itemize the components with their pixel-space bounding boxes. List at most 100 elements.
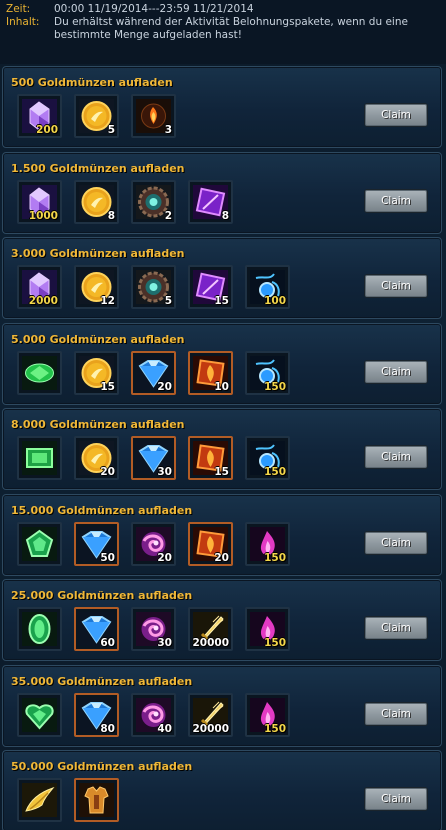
reward-item-slot[interactable]: 1000 xyxy=(17,179,62,224)
item-quantity: 20 xyxy=(214,551,229,564)
item-quantity: 5 xyxy=(107,124,115,136)
reward-item-slot[interactable]: 8 xyxy=(188,179,233,224)
item-quantity: 150 xyxy=(264,722,286,735)
green-oval-gem-icon xyxy=(22,612,57,646)
reward-item-slot[interactable]: 15 xyxy=(188,436,233,480)
reward-item-slot[interactable]: 20 xyxy=(131,521,176,566)
event-info-header: Zeit: 00:00 11/19/2014---23:59 11/21/201… xyxy=(0,0,446,64)
item-quantity: 1000 xyxy=(28,209,58,222)
reward-tier: 1.500 Goldmünzen aufladen 1000 8 2 8 Claim xyxy=(2,151,442,234)
reward-item-slot[interactable]: 60 xyxy=(74,607,119,651)
tier-title: 5.000 Goldmünzen aufladen xyxy=(11,332,185,346)
item-quantity: 20 xyxy=(157,380,172,393)
item-quantity: 40 xyxy=(157,722,172,735)
reward-item-slot[interactable] xyxy=(17,692,62,737)
reward-item-slot[interactable] xyxy=(17,436,62,480)
item-quantity: 20000 xyxy=(192,722,229,735)
reward-item-slot[interactable]: 20 xyxy=(74,436,119,480)
reward-item-row: 200 5 3 xyxy=(17,94,188,138)
claim-button[interactable]: Claim xyxy=(365,617,427,639)
green-emerald-icon xyxy=(22,441,57,475)
reward-item-slot[interactable] xyxy=(17,778,62,822)
reward-item-slot[interactable]: 150 xyxy=(245,350,290,395)
tier-title: 25.000 Goldmünzen aufladen xyxy=(11,589,193,602)
item-quantity: 3 xyxy=(164,124,172,136)
reward-item-slot[interactable]: 2000 xyxy=(17,265,62,309)
reward-item-slot[interactable]: 15 xyxy=(188,265,233,309)
reward-item-slot[interactable]: 10 xyxy=(188,350,233,395)
claim-button[interactable]: Claim xyxy=(365,104,427,126)
reward-item-slot[interactable]: 30 xyxy=(131,607,176,651)
reward-item-row: 20 30 15 150 xyxy=(17,436,302,480)
reward-item-slot[interactable]: 20000 xyxy=(188,692,233,737)
claim-button[interactable]: Claim xyxy=(365,275,427,297)
item-quantity: 15 xyxy=(214,466,229,478)
item-quantity: 20 xyxy=(100,466,115,478)
reward-item-slot[interactable]: 5 xyxy=(74,94,119,138)
green-gem-icon xyxy=(22,355,57,390)
item-quantity: 150 xyxy=(264,380,286,393)
reward-item-slot[interactable]: 80 xyxy=(74,692,119,737)
item-quantity: 150 xyxy=(264,637,286,649)
claim-button[interactable]: Claim xyxy=(365,702,427,725)
green-pentagon-gem-icon xyxy=(22,526,57,561)
reward-item-slot[interactable]: 150 xyxy=(245,607,290,651)
reward-item-slot[interactable] xyxy=(17,607,62,651)
reward-item-slot[interactable]: 150 xyxy=(245,521,290,566)
tier-title: 35.000 Goldmünzen aufladen xyxy=(11,674,193,688)
item-quantity: 8 xyxy=(221,209,229,222)
reward-item-slot[interactable]: 50 xyxy=(74,521,119,566)
reward-item-slot[interactable]: 5 xyxy=(131,265,176,309)
reward-item-slot[interactable]: 2 xyxy=(131,179,176,224)
reward-tier: 25.000 Goldmünzen aufladen 60 30 20000 150 Cl… xyxy=(2,579,442,661)
item-quantity: 15 xyxy=(214,295,229,307)
reward-item-row: 1000 8 2 8 xyxy=(17,179,245,224)
reward-item-row: 80 40 20000 150 xyxy=(17,692,302,737)
reward-item-slot[interactable]: 20 xyxy=(188,521,233,566)
item-quantity: 10 xyxy=(214,380,229,393)
reward-item-slot[interactable]: 12 xyxy=(74,265,119,309)
item-quantity: 20000 xyxy=(192,637,229,649)
reward-item-row xyxy=(17,778,131,822)
item-quantity: 200 xyxy=(36,124,58,136)
reward-item-slot[interactable]: 200 xyxy=(17,94,62,138)
reward-item-slot[interactable]: 20 xyxy=(131,350,176,395)
reward-item-slot[interactable]: 40 xyxy=(131,692,176,737)
time-value: 00:00 11/19/2014---23:59 11/21/2014 xyxy=(54,3,254,15)
item-quantity: 5 xyxy=(164,295,172,307)
claim-button[interactable]: Claim xyxy=(365,788,427,810)
content-label: Inhalt: xyxy=(6,16,40,28)
item-quantity: 2000 xyxy=(28,295,58,307)
golden-wings-icon xyxy=(22,783,57,817)
reward-tier: 8.000 Goldmünzen aufladen 20 30 15 150 Claim xyxy=(2,408,442,490)
tier-title: 1.500 Goldmünzen aufladen xyxy=(11,161,185,175)
reward-item-slot[interactable]: 3 xyxy=(131,94,176,138)
reward-tier: 3.000 Goldmünzen aufladen 2000 12 5 15 100 Cla… xyxy=(2,237,442,319)
item-quantity: 12 xyxy=(100,295,115,307)
item-quantity: 30 xyxy=(157,466,172,478)
reward-item-slot[interactable]: 150 xyxy=(245,436,290,480)
reward-tier: 5.000 Goldmünzen aufladen 15 20 10 150 Claim xyxy=(2,322,442,405)
reward-item-slot[interactable]: 30 xyxy=(131,436,176,480)
claim-button[interactable]: Claim xyxy=(365,360,427,383)
claim-button[interactable]: Claim xyxy=(365,531,427,554)
reward-item-slot[interactable]: 8 xyxy=(74,179,119,224)
item-quantity: 80 xyxy=(100,722,115,735)
reward-item-slot[interactable] xyxy=(17,350,62,395)
reward-item-row: 50 20 20 150 xyxy=(17,521,302,566)
claim-button[interactable]: Claim xyxy=(365,446,427,468)
claim-button[interactable]: Claim xyxy=(365,189,427,212)
reward-item-slot[interactable]: 20000 xyxy=(188,607,233,651)
item-quantity: 60 xyxy=(100,637,115,649)
reward-item-slot[interactable]: 150 xyxy=(245,692,290,737)
item-quantity: 20 xyxy=(157,551,172,564)
tier-title: 8.000 Goldmünzen aufladen xyxy=(11,418,185,431)
reward-item-slot[interactable] xyxy=(17,521,62,566)
time-label: Zeit: xyxy=(6,3,31,15)
tier-title: 3.000 Goldmünzen aufladen xyxy=(11,247,185,260)
item-quantity: 150 xyxy=(264,466,286,478)
reward-item-slot[interactable] xyxy=(74,778,119,822)
reward-item-row: 15 20 10 150 xyxy=(17,350,302,395)
reward-item-slot[interactable]: 15 xyxy=(74,350,119,395)
reward-item-slot[interactable]: 100 xyxy=(245,265,290,309)
